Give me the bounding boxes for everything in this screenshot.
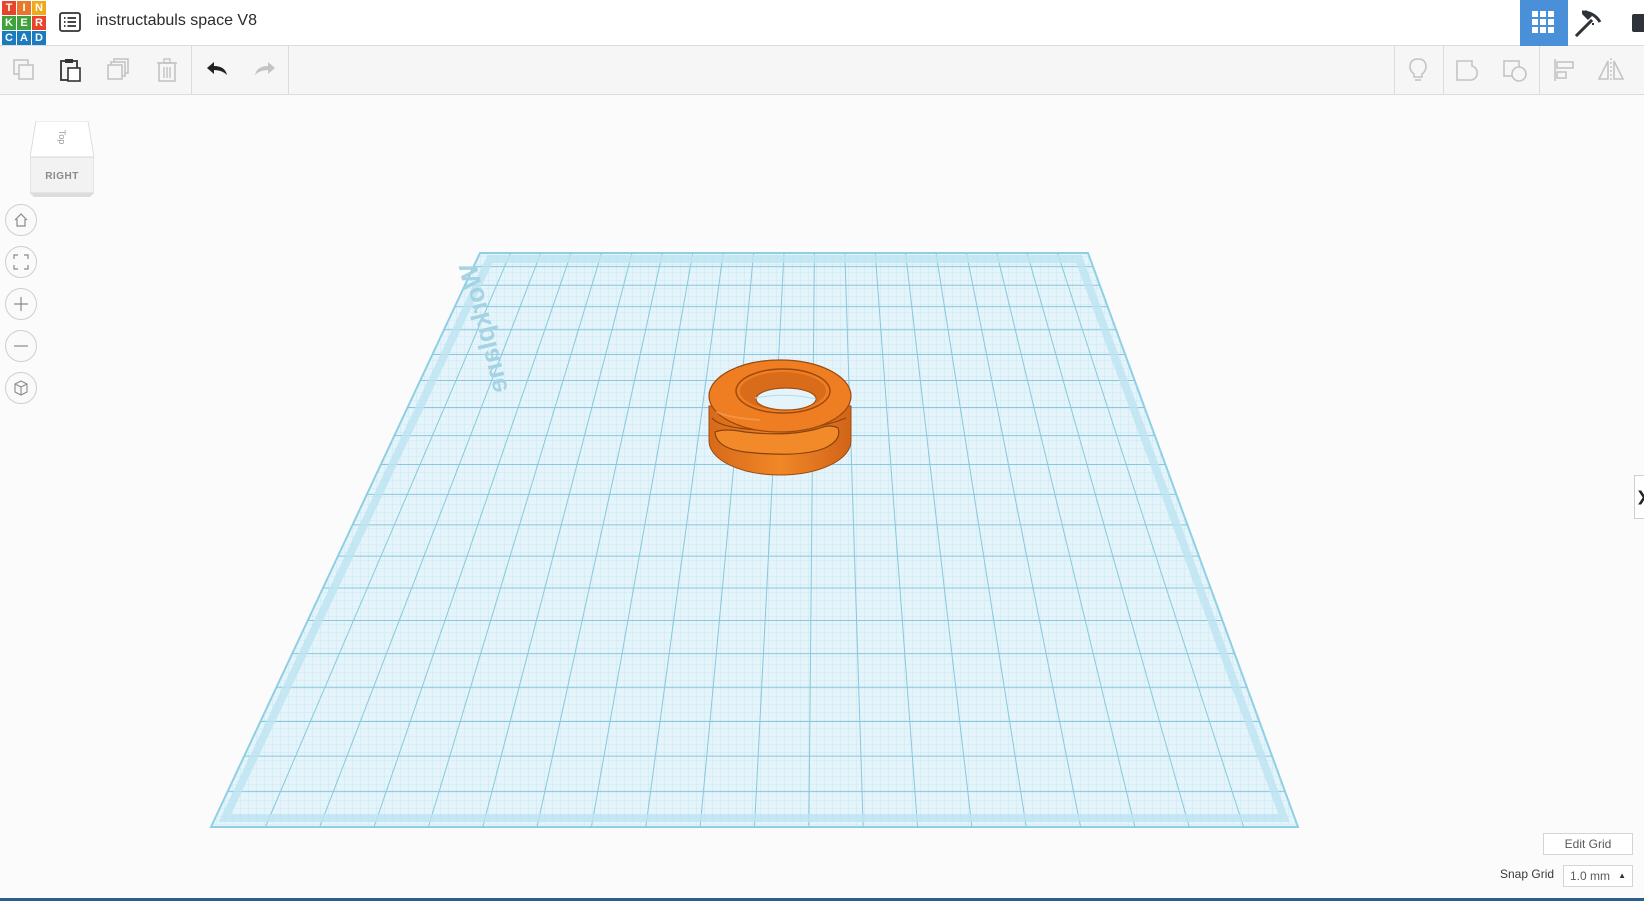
minus-icon	[14, 345, 28, 347]
perspective-button[interactable]	[5, 372, 37, 404]
view-cube-top-label[interactable]: Top	[57, 127, 67, 147]
view-cube-front-label[interactable]: RIGHT	[34, 171, 90, 182]
snap-grid-select[interactable]: 1.0 mm ▲	[1563, 865, 1633, 887]
zoom-out-button[interactable]	[5, 330, 37, 362]
snap-grid-label: Snap Grid	[1500, 867, 1555, 881]
caret-up-icon: ▲	[1618, 871, 1626, 880]
workplane[interactable]: Workplane	[0, 0, 1644, 901]
edit-grid-button[interactable]: Edit Grid	[1543, 833, 1633, 855]
fit-view-button[interactable]	[5, 246, 37, 278]
shapes-panel-toggle[interactable]: ❯	[1634, 475, 1644, 519]
snap-grid-value: 1.0 mm	[1570, 869, 1611, 883]
chevron-right-icon: ❯	[1636, 488, 1644, 505]
plus-icon	[14, 297, 28, 311]
home-view-button[interactable]	[5, 204, 37, 236]
home-icon	[14, 213, 28, 227]
workplane-grid	[211, 253, 1298, 827]
fit-all-icon	[13, 254, 29, 270]
cube-icon	[14, 380, 28, 396]
orange-ring-shape[interactable]	[708, 359, 852, 476]
zoom-in-button[interactable]	[5, 288, 37, 320]
